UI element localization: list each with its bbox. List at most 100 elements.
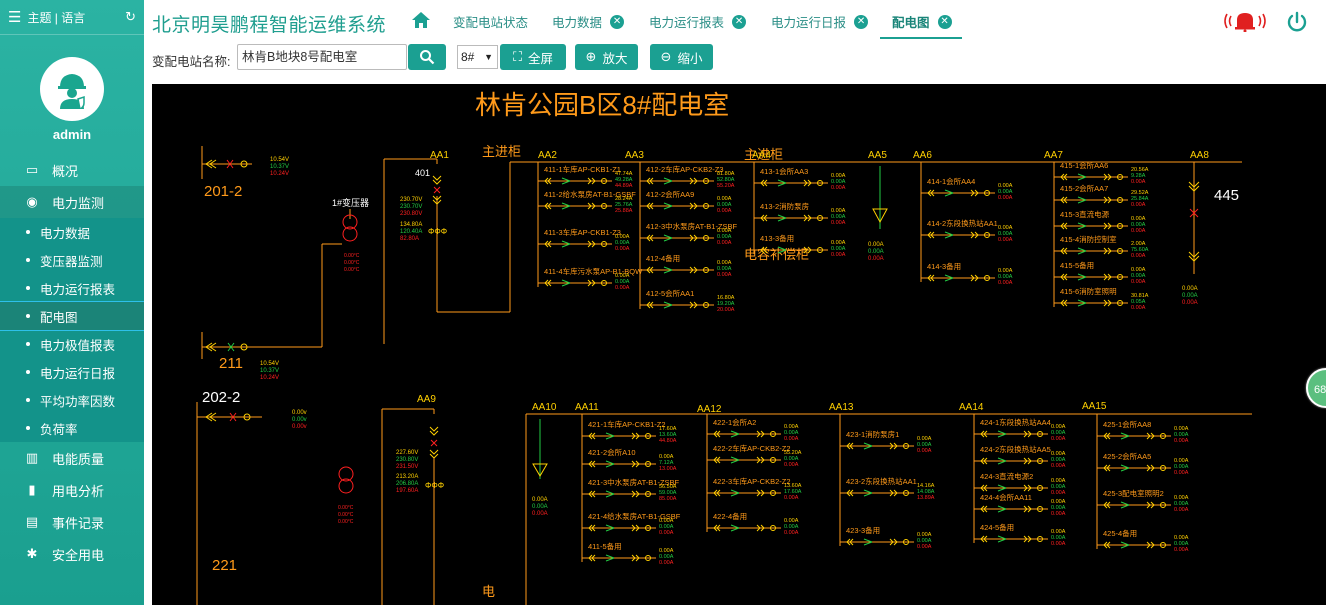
feeder-circuit[interactable]: 424-1东段换热站AA4 0.00A0.00A0.00A — [974, 417, 1066, 442]
power-icon[interactable] — [1286, 11, 1308, 38]
station-input[interactable]: 林肯B地块8号配电室 — [237, 44, 407, 70]
bullet-icon — [26, 258, 30, 262]
feeder-circuit[interactable]: 423-2东段换热站AA1 14.16A14.08A13.89A — [840, 476, 935, 501]
submenu-load-rate[interactable]: 负荷率 — [0, 414, 144, 442]
feeder-circuit[interactable]: 411-5备用 0.00A0.00A0.00A — [582, 541, 674, 566]
feeder-reading: 0.00A — [1051, 463, 1066, 469]
menu-icon[interactable]: ☰ — [8, 8, 21, 26]
search-button[interactable] — [408, 44, 446, 70]
zoom-in-button[interactable]: ⊕ 放大 — [575, 44, 638, 70]
feeder-circuit[interactable]: 411-1车库AP-CKB1-Z147.74A49.28A44.89A — [538, 164, 633, 189]
feeder-name: 414-2东段换热站AA1 — [927, 218, 998, 228]
menu-usage-analysis[interactable]: ▮ 用电分析 — [0, 474, 144, 506]
feeder-circuit[interactable]: 415-1会所AA6 20.56A9.28A0.00A — [1054, 160, 1149, 185]
submenu-power-data[interactable]: 电力数据 — [0, 218, 144, 246]
submenu-power-factor[interactable]: 平均功率因数 — [0, 386, 144, 414]
feeder-circuit[interactable]: 411-2给水泵房AT-B1-GSBF28.24A25.76A25.88A — [538, 189, 636, 214]
zoom-out-button[interactable]: ⊖ 缩小 — [650, 44, 713, 70]
feeder-circuit[interactable]: 412-4备用 0.00A0.00A0.00A — [640, 253, 732, 278]
refresh-icon[interactable]: ↻ — [125, 9, 136, 25]
feeder-reading: 0.00A — [1174, 507, 1189, 513]
feeder-circuit[interactable]: 415-2会所AA7 29.52A25.84A0.00A — [1054, 183, 1149, 208]
feeder-circuit[interactable]: 412-5会所AA1 16.80A19.20A20.00A — [640, 288, 735, 313]
close-icon[interactable]: ✕ — [732, 14, 747, 29]
close-icon[interactable]: ✕ — [610, 14, 625, 29]
feeder-reading: 0.00A — [717, 208, 732, 214]
theme-language-link[interactable]: 主题 | 语言 — [27, 9, 85, 26]
feeder-circuit[interactable]: 412-3中水泵房AT-B1-ZSBF0.00A0.00A0.00A — [640, 221, 738, 246]
feeder-name: 413-2消防泵房 — [760, 201, 809, 211]
feeder-circuit[interactable]: 413-2消防泵房 0.00A0.00A0.00A — [754, 201, 846, 226]
feeder-circuit[interactable]: 421-4给水泵房AT-B1-GSBF0.00A0.00A0.00A — [582, 511, 681, 536]
menu-safety[interactable]: ✱ 安全用电 — [0, 538, 144, 570]
feeder-circuit[interactable]: 425-1会所AA8 0.00A0.00A0.00A — [1097, 419, 1189, 444]
tab-power-data[interactable]: 电力数据 ✕ — [552, 12, 625, 31]
feeder-circuit[interactable]: 421-2会所A10 0.00A7.12A13.00A — [582, 447, 677, 472]
tab-run-report[interactable]: 电力运行报表 ✕ — [649, 12, 747, 31]
feeder-circuit[interactable]: 415-6消防室照明 30.81A0.05A0.00A — [1054, 286, 1149, 311]
feeder-circuit[interactable]: 425-3配电室照明2 0.00A0.00A0.00A — [1097, 488, 1189, 513]
feeder-circuit[interactable]: 423-1消防泵房1 0.00A0.00A0.00A — [840, 429, 932, 454]
feeder-circuit[interactable]: 422-4备用 0.00A0.00A0.00A — [707, 511, 799, 536]
alarm-bell-icon[interactable] — [1222, 10, 1268, 37]
submenu-run-report[interactable]: 电力运行报表 — [0, 274, 144, 302]
feeder-circuit[interactable]: 423-3备用 0.00A0.00A0.00A — [840, 525, 932, 550]
transformer-select[interactable]: 8# ▼ — [457, 45, 498, 69]
tab-daily-report[interactable]: 电力运行日报 ✕ — [771, 12, 869, 31]
feeder-circuit[interactable]: 415-4消防控制室 2.00A75.60A0.00A — [1054, 234, 1149, 259]
home-icon[interactable] — [411, 10, 431, 35]
reading: 213.20A — [396, 474, 418, 480]
feeder-circuit[interactable]: 415-5备用 0.00A0.00A0.00A — [1054, 260, 1146, 285]
feeder-circuit[interactable]: 414-3备用 0.00A0.00A0.00A — [921, 261, 1013, 286]
feeder-circuit[interactable]: 424-2东段换热站AA5 0.00A0.00A0.00A — [974, 444, 1066, 469]
transformer-1-label: 1#变压器 — [332, 197, 369, 208]
feeder-circuit[interactable]: 424-5备用 0.00A0.00A0.00A — [974, 522, 1066, 547]
feeder-circuit[interactable]: 422-1会所A2 0.00A0.00A0.00A — [707, 417, 799, 442]
feeder-circuit[interactable]: 411-3车库AP-CKB1-Z30.00A0.00A0.00A — [538, 227, 630, 252]
submenu-daily-report[interactable]: 电力运行日报 — [0, 358, 144, 386]
feeder-circuit[interactable]: 414-1会所AA4 0.00A0.00A0.00A — [921, 176, 1013, 201]
reading: 0.00°C — [344, 253, 360, 259]
feeder-reading: 0.00A — [1051, 511, 1066, 517]
submenu-label: 负荷率 — [40, 422, 78, 437]
feeder-circuit[interactable]: 415-3直流电源 0.00A0.00A0.00A — [1054, 209, 1146, 234]
close-icon[interactable]: ✕ — [854, 14, 869, 29]
feeder-name: 412-2会所AA9 — [646, 189, 694, 199]
fullscreen-button[interactable]: ⛶ 全屏 — [500, 44, 566, 70]
feeder-reading: 0.00A — [784, 530, 799, 536]
submenu-transformer[interactable]: 变压器监测 — [0, 246, 144, 274]
reading: 0.00°C — [338, 505, 354, 511]
feeder-circuit[interactable]: 425-4备用 0.00A0.00A0.00A — [1097, 528, 1189, 553]
feeder-circuit[interactable]: 421-3中水泵房AT-B1-ZSBF56.50A59.00A85.00A — [582, 477, 680, 502]
feeder-circuit[interactable]: 425-2会所AA5 0.00A0.00A0.00A — [1097, 451, 1189, 476]
menu-power-quality[interactable]: ▥ 电能质量 — [0, 442, 144, 474]
worker-icon — [58, 74, 86, 109]
feeder-circuit[interactable]: 411-4车库污水泵AP-B1-BQW0.00A0.00A0.00A — [538, 266, 643, 291]
menu-overview[interactable]: ▭ 概况 — [0, 154, 144, 186]
menu-power-monitoring[interactable]: ◉ 电力监测 — [0, 186, 144, 218]
feeder-circuit[interactable]: 422-3车库AP-CKB2-Z213.60A17.60A0.00A — [707, 476, 802, 501]
feeder-circuit[interactable]: 422-2车库AP-CKB2-Z255.20A0.00A0.00A — [707, 443, 802, 468]
feeder-reading: 0.00A — [784, 436, 799, 442]
avatar[interactable] — [40, 57, 104, 121]
feeder-circuit[interactable]: 412-2车库AP-CKB2-Z381.80A52.80A55.20A — [640, 164, 735, 189]
close-icon[interactable]: ✕ — [937, 14, 952, 29]
bottom-feeders: 421-1车库AP-CKB1-Z217.60A13.60A44.80A 421-2… — [581, 414, 1189, 566]
feeder-circuit[interactable]: 413-1会所AA3 0.00A0.00A0.00A — [754, 166, 846, 191]
feeder-circuit[interactable]: 414-2东段换热站AA1 0.00A0.00A0.00A — [921, 218, 1013, 243]
feeder-name: 424-2东段换热站AA5 — [980, 444, 1051, 454]
feeder-circuit[interactable]: 421-1车库AP-CKB1-Z217.60A13.60A44.80A — [582, 419, 677, 444]
single-line-diagram[interactable]: 林肯公园B区8#配电室 10.54V 10.37V 10.24V 201-2 1… — [152, 84, 1326, 605]
submenu-extreme-report[interactable]: 电力极值报表 — [0, 330, 144, 358]
feeder-name: 424-5备用 — [980, 522, 1014, 532]
panel-label-aa14: AA14 — [959, 402, 984, 413]
tab-distribution-diagram[interactable]: 配电图 ✕ — [892, 12, 952, 31]
menu-event-log[interactable]: ▤ 事件记录 — [0, 506, 144, 538]
username: admin — [52, 127, 92, 142]
feeder-reading: 0.00A — [659, 530, 674, 536]
feeder-circuit[interactable]: 412-2会所AA9 0.00A0.00A0.00A — [640, 189, 732, 214]
tab-station-status[interactable]: 变配电站状态 — [453, 12, 528, 31]
submenu-distribution-diagram[interactable]: 配电图 — [0, 301, 144, 331]
reading: 0.00v — [292, 424, 307, 430]
panel-label-aa10: AA10 — [532, 402, 557, 413]
